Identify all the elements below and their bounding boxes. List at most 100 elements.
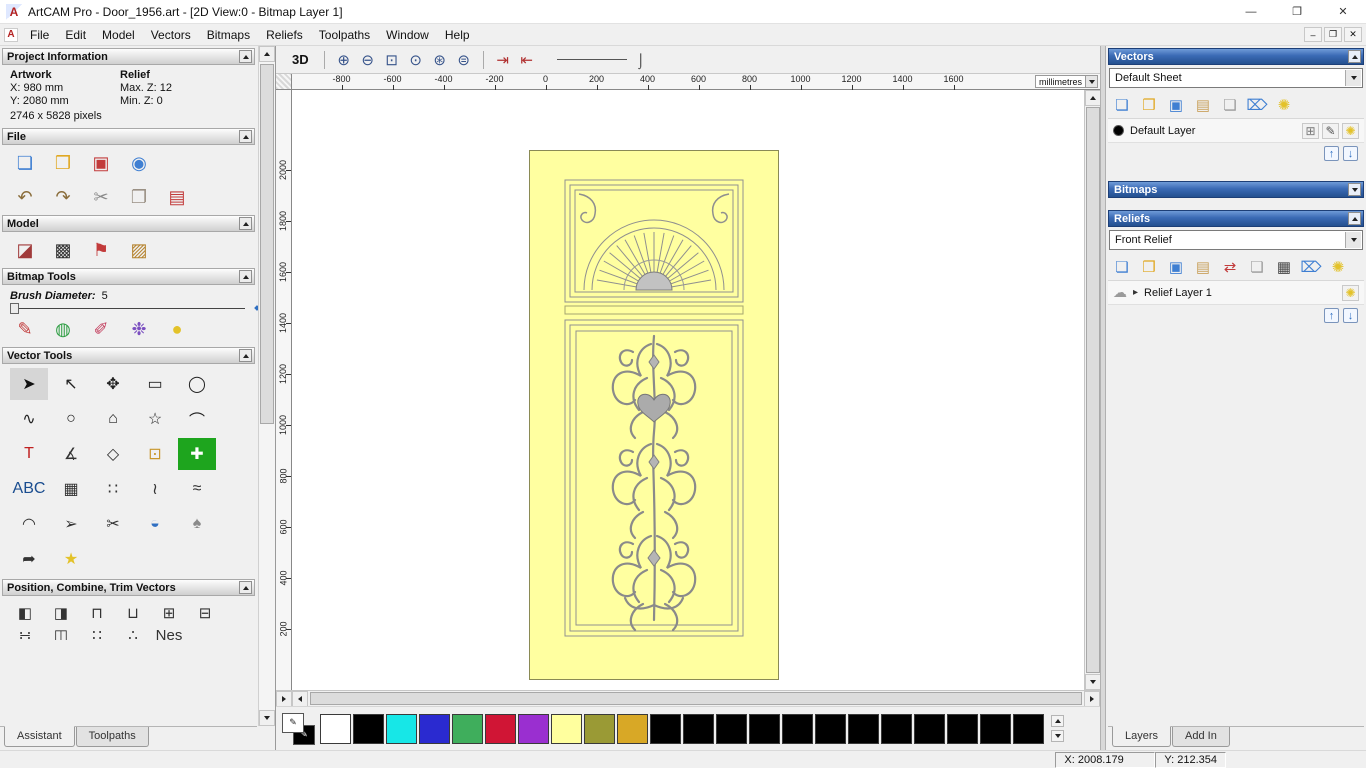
section-project-information[interactable]: Project Information (2, 48, 255, 65)
delete-relief-layer-icon[interactable]: ⌦ (1300, 257, 1321, 277)
lighthouse-icon[interactable]: ⚑ (88, 237, 114, 263)
section-position-combine-trim[interactable]: Position, Combine, Trim Vectors (2, 579, 255, 596)
snap-guides-icon[interactable]: ⇤ (515, 49, 539, 71)
paste-icon[interactable]: ❐ (126, 184, 152, 210)
save-model-icon[interactable]: ▣ (88, 150, 114, 176)
horizontal-scrollbar[interactable] (276, 690, 1100, 707)
snap-grid-icon[interactable]: ⇥ (491, 49, 515, 71)
save-vectors-icon[interactable]: ▣ (1166, 95, 1186, 115)
new-relief-icon[interactable]: ❏ (1112, 257, 1132, 277)
mdi-close-button[interactable]: ✕ (1344, 27, 1362, 42)
zoom-window-icon[interactable]: ⊡ (380, 49, 404, 71)
view-3d-button[interactable]: 3D (284, 50, 317, 69)
create-ellipse-tool[interactable]: ◯ (178, 368, 216, 400)
colour-swatch[interactable] (518, 713, 549, 744)
section-model[interactable]: Model (2, 215, 255, 232)
colour-swatch[interactable] (419, 713, 450, 744)
undo-icon[interactable]: ↶ (12, 184, 38, 210)
colour-swatch[interactable] (320, 713, 351, 744)
toggle-all-reliefs-icon[interactable]: ✺ (1328, 257, 1348, 277)
bitmaps-header[interactable]: Bitmaps (1108, 181, 1364, 198)
zoom-previous-icon[interactable]: ⊜ (452, 49, 476, 71)
colour-swatch[interactable] (815, 713, 846, 744)
scroll-left-button[interactable] (292, 691, 308, 707)
collapse-button[interactable] (239, 50, 252, 63)
zoom-100-icon[interactable]: ⊙ (404, 49, 428, 71)
load-image-icon[interactable]: ▨ (126, 237, 152, 263)
scroll-page-button[interactable] (276, 691, 292, 707)
colour-swatch[interactable] (485, 713, 516, 744)
primary-colour-icon[interactable]: ✎ (282, 712, 304, 733)
menu-vectors[interactable]: Vectors (143, 26, 199, 44)
vertical-scrollbar[interactable] (1084, 90, 1101, 690)
relief-visibility-icon[interactable]: ✺ (1342, 284, 1359, 301)
menu-file[interactable]: File (22, 26, 57, 44)
create-arc-tool[interactable]: ⌒ (178, 403, 216, 435)
palette-scroll-up-button[interactable] (1051, 715, 1064, 727)
layer-colour-swatch[interactable] (1113, 125, 1124, 136)
collapse-button[interactable] (239, 349, 252, 362)
dropdown-button[interactable] (1345, 70, 1361, 86)
menu-toolpaths[interactable]: Toolpaths (311, 26, 378, 44)
node-editing-tool[interactable]: ↖ (52, 368, 90, 400)
units-dropdown-button[interactable] (1085, 76, 1097, 87)
align-right-icon[interactable]: ◨ (48, 601, 74, 625)
center-in-page-icon[interactable]: ⊞ (156, 601, 182, 625)
colour-swatch[interactable] (353, 713, 384, 744)
calculate-relief-icon[interactable]: ▦ (1274, 257, 1294, 277)
paint-icon[interactable]: ✎ (12, 316, 38, 342)
slider-handle[interactable] (10, 303, 19, 314)
block-paste-tool[interactable]: ✚ (178, 438, 216, 470)
menu-help[interactable]: Help (437, 26, 478, 44)
tab-assistant[interactable]: Assistant (4, 726, 75, 747)
colour-swatch[interactable] (1013, 713, 1044, 744)
colour-swatch[interactable] (551, 713, 582, 744)
units-combobox[interactable]: millimetres (1034, 75, 1098, 88)
align-bottom-icon[interactable]: ⊔ (120, 601, 146, 625)
zoom-fit-icon[interactable]: ⊛ (428, 49, 452, 71)
collapse-button[interactable] (239, 270, 252, 283)
fillet-tool[interactable]: ➦ (10, 543, 48, 575)
sheet-select[interactable]: Default Sheet (1109, 68, 1363, 88)
scroll-right-button[interactable] (1084, 691, 1100, 707)
menu-edit[interactable]: Edit (57, 26, 94, 44)
close-button[interactable]: ✕ (1320, 0, 1366, 23)
create-rectangle-tool[interactable]: ▭ (136, 368, 174, 400)
colour-swatch[interactable] (848, 713, 879, 744)
menu-model[interactable]: Model (94, 26, 143, 44)
wrap-star-tool[interactable]: ★ (52, 543, 90, 575)
layer-visibility-icon[interactable]: ✺ (1342, 122, 1359, 139)
merge-vector-layers-icon[interactable]: ▤ (1193, 95, 1213, 115)
align-left-icon[interactable]: ◧ (12, 601, 38, 625)
maximize-button[interactable]: ❐ (1274, 0, 1320, 23)
transfer-relief-icon[interactable]: ⇄ (1220, 257, 1240, 277)
palette-scroll-down-button[interactable] (1051, 730, 1064, 742)
collapse-button[interactable] (1348, 50, 1361, 63)
block-copy-icon[interactable]: ∷ (84, 625, 110, 640)
measure-tool[interactable]: ∡ (52, 438, 90, 470)
tab-toolpaths[interactable]: Toolpaths (75, 727, 149, 747)
greyscale-model-icon[interactable]: ◪ (12, 237, 38, 263)
merge-relief-layers-icon[interactable]: ▤ (1193, 257, 1213, 277)
slider-track[interactable] (10, 303, 245, 314)
collapse-button[interactable] (1348, 212, 1361, 225)
mdi-restore-button[interactable]: ❐ (1324, 27, 1342, 42)
collapse-button[interactable] (239, 581, 252, 594)
2d-view-canvas[interactable] (292, 90, 1084, 690)
simulation-end-icon[interactable]: ⌡ (637, 52, 645, 68)
colour-palette-icon[interactable]: ❉ (126, 316, 152, 342)
nesting-tool[interactable]: ♠ (178, 508, 216, 540)
paint-selected-colour-icon[interactable]: ◍ (50, 316, 76, 342)
import-export-icon[interactable]: ◉ (126, 150, 152, 176)
assistant-panel-scrollbar[interactable] (258, 46, 275, 726)
grid-tool[interactable]: ▦ (52, 473, 90, 505)
colour-swatch[interactable] (716, 713, 747, 744)
section-file[interactable]: File (2, 128, 255, 145)
tab-layers[interactable]: Layers (1112, 726, 1172, 747)
transform-vectors-tool[interactable]: ✥ (94, 368, 132, 400)
vectors-header[interactable]: Vectors (1108, 48, 1364, 65)
zoom-in-icon[interactable]: ⊕ (332, 49, 356, 71)
rotate-copy-icon[interactable]: ∴ (120, 625, 146, 640)
trim-vectors-tool[interactable]: ✂ (94, 508, 132, 540)
delete-vector-layer-icon[interactable]: ⌦ (1246, 95, 1267, 115)
